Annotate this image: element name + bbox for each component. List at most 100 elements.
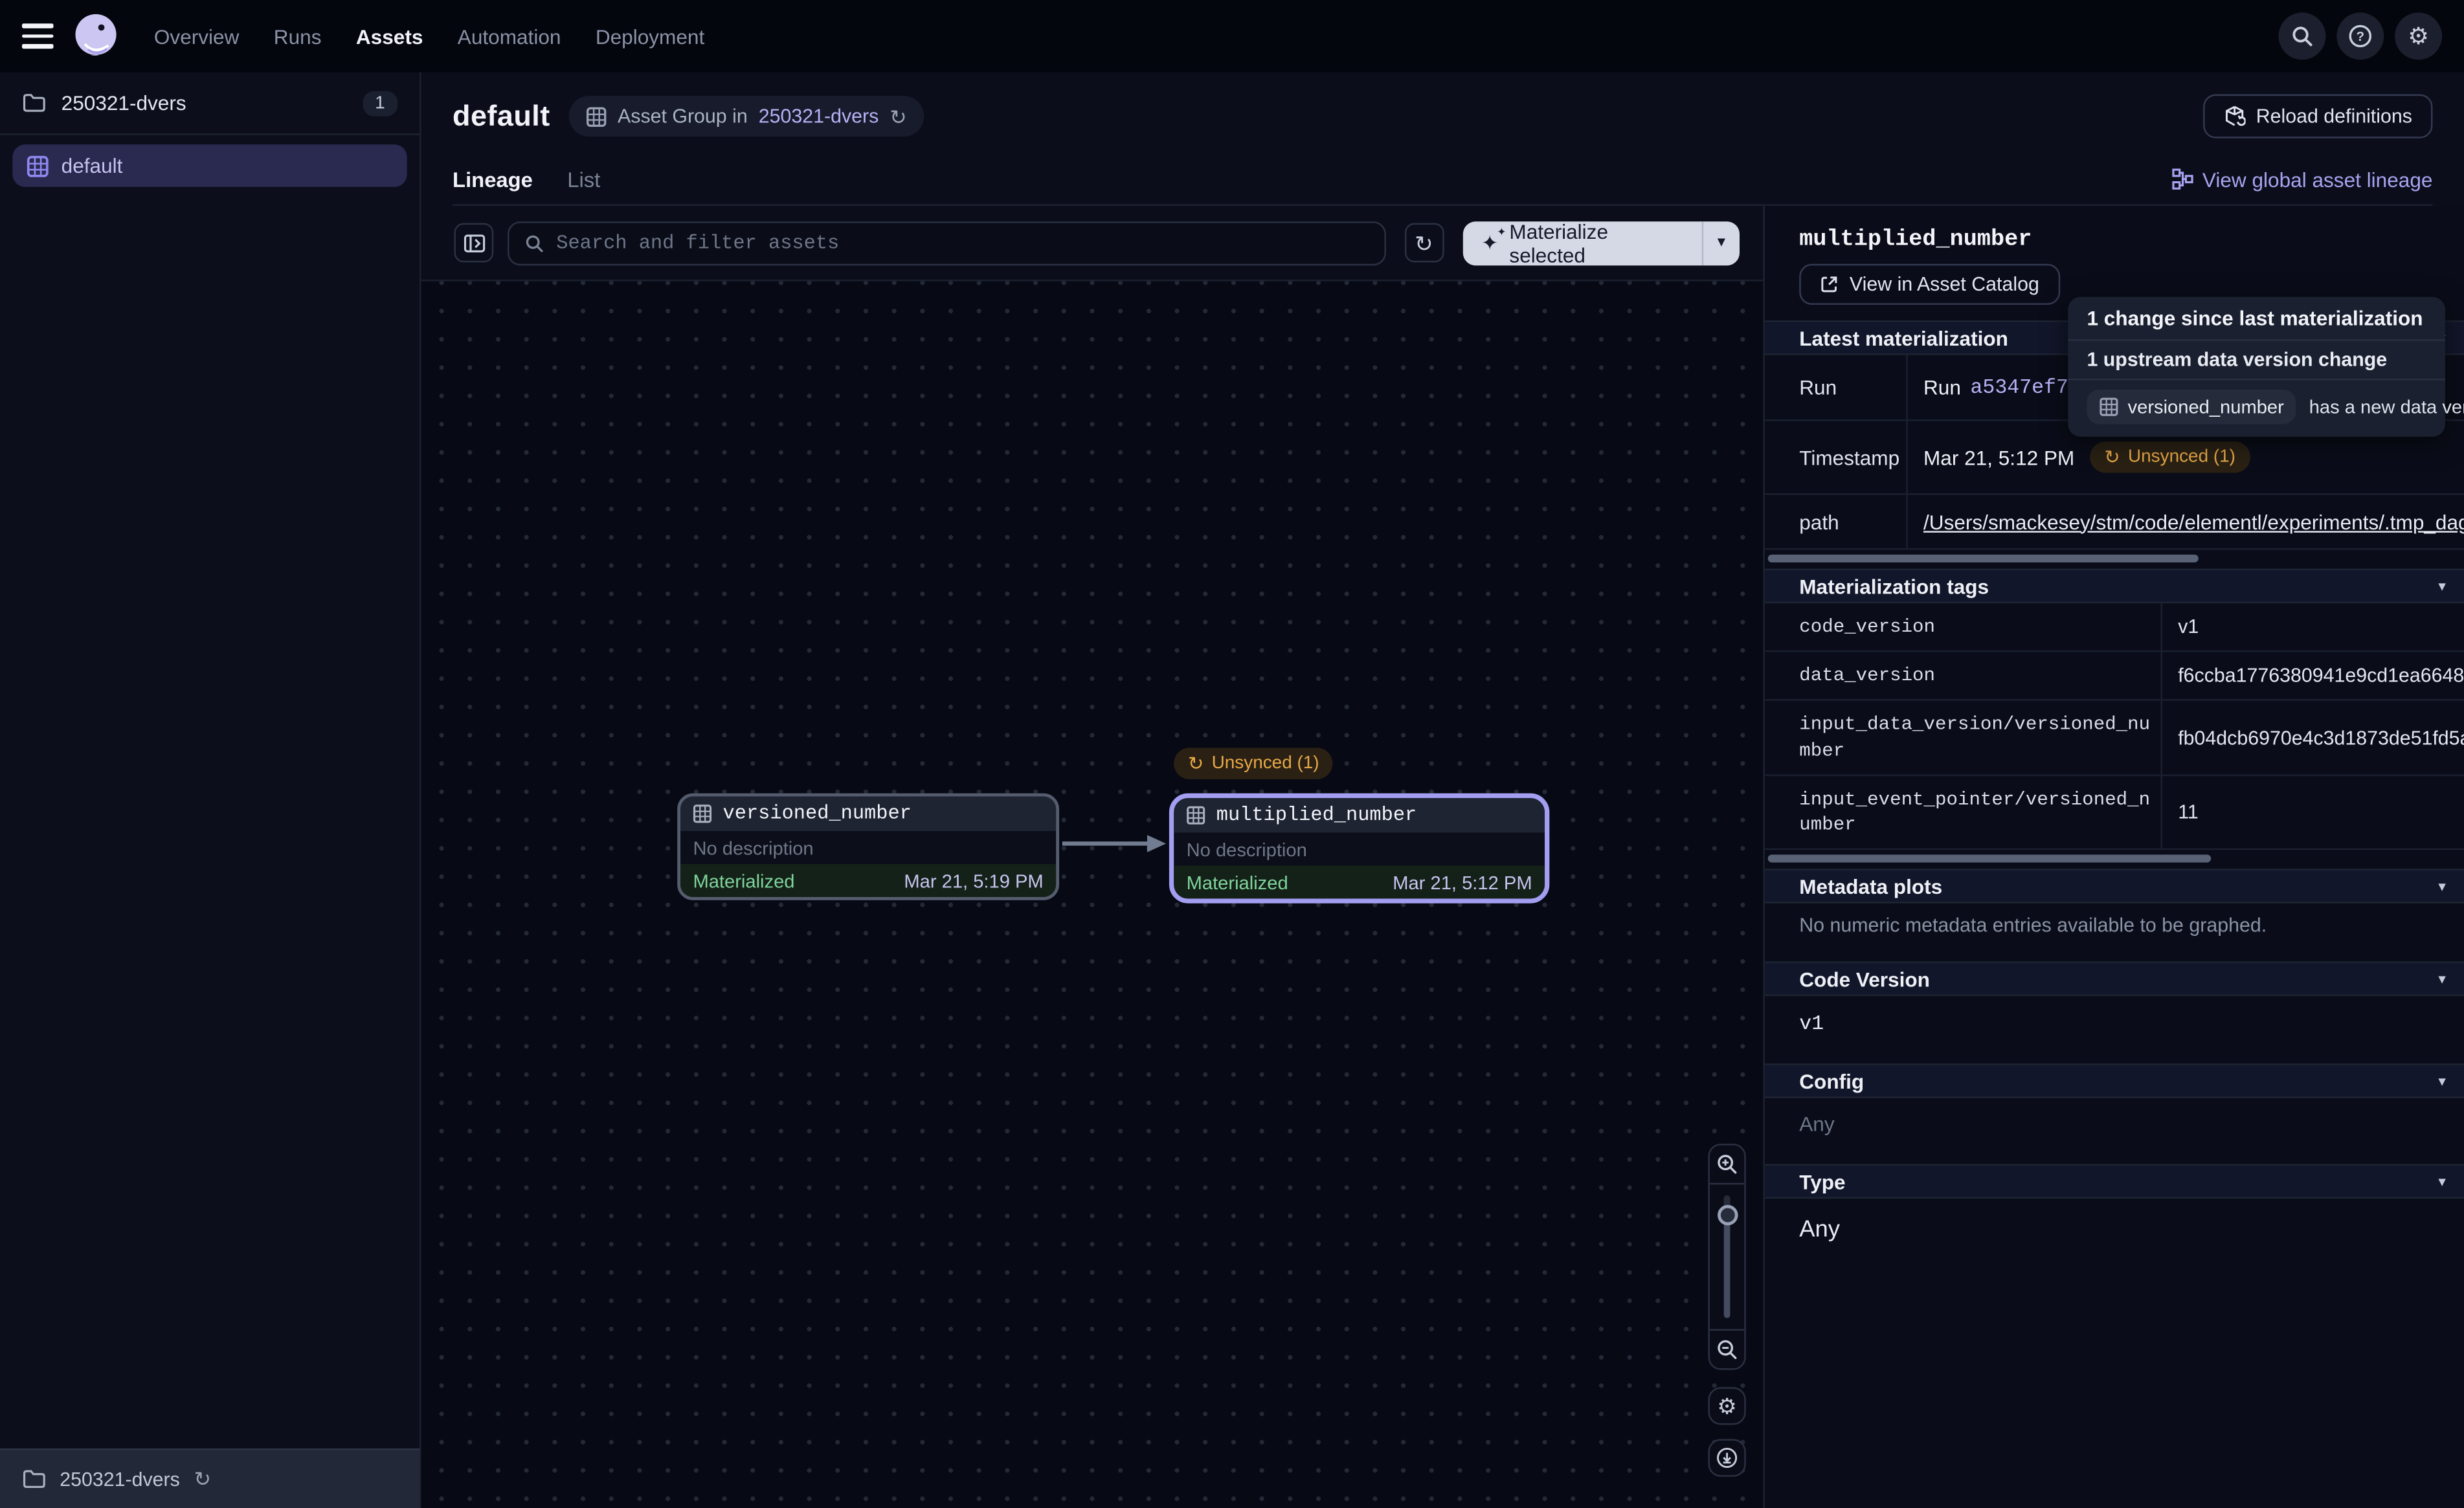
sidebar-repo-count-badge: 1 <box>363 91 398 116</box>
page-header: default Asset Group in 250321-dvers ↻ Re… <box>421 72 2464 206</box>
node-name: versioned_number <box>723 803 912 825</box>
upstream-asset-pill[interactable]: versioned_number <box>2087 390 2296 424</box>
sidebar: 250321-dvers 1 default 250321-dvers ↻ <box>0 72 421 1508</box>
view-in-asset-catalog-button[interactable]: View in Asset Catalog <box>1799 264 2059 305</box>
section-code-version[interactable]: Code Version ▼ <box>1765 962 2464 996</box>
chevron-down-icon[interactable]: ▼ <box>2436 1074 2448 1088</box>
view-in-asset-catalog-label: View in Asset Catalog <box>1850 273 2039 295</box>
chevron-down-icon[interactable]: ▼ <box>2436 972 2448 986</box>
panel-asset-title: multiplied_number <box>1765 206 2464 253</box>
sparkle-icon: ✦✦ <box>1481 232 1498 253</box>
run-row-label: Run <box>1765 355 1906 420</box>
folder-icon <box>22 1469 45 1490</box>
help-icon[interactable]: ? <box>2336 12 2384 60</box>
zoom-slider[interactable] <box>1710 1183 1744 1331</box>
run-id-link[interactable]: a5347ef7 <box>1970 375 2068 399</box>
unsynced-clock-icon: ↻ <box>1188 754 1204 773</box>
chevron-down-icon[interactable]: ▼ <box>2436 879 2448 893</box>
zoom-out-button[interactable] <box>1710 1331 1744 1368</box>
popup-subtitle: 1 upstream data version change <box>2087 349 2426 371</box>
nav-item-deployment[interactable]: Deployment <box>596 25 704 48</box>
search-input[interactable] <box>556 232 1368 254</box>
asset-group-badge-repo-link[interactable]: 250321-dvers <box>759 105 879 128</box>
nav-item-automation[interactable]: Automation <box>458 25 561 48</box>
chevron-down-icon[interactable]: ▼ <box>2436 1175 2448 1189</box>
settings-gear-icon[interactable]: ⚙ <box>2395 12 2442 60</box>
path-row-label: path <box>1765 495 1906 549</box>
reload-definitions-button[interactable]: Reload definitions <box>2202 94 2432 139</box>
asset-node-versioned-number[interactable]: versioned_number No description Material… <box>677 793 1059 900</box>
zoom-out-icon <box>1716 1338 1738 1360</box>
node-description: No description <box>693 837 813 859</box>
asset-search-box <box>508 221 1385 265</box>
external-link-icon <box>1820 275 1839 294</box>
tag-row: code_version v1 <box>1765 603 2464 652</box>
unsynced-label: Unsynced (1) <box>2128 448 2235 467</box>
zoom-in-button[interactable] <box>1710 1146 1744 1183</box>
timestamp-value: Mar 21, 5:12 PM <box>1923 445 2074 469</box>
section-materialization-tags[interactable]: Materialization tags ▼ <box>1765 569 2464 603</box>
download-icon <box>1716 1447 1738 1469</box>
lineage-edge-arrow <box>1059 831 1169 856</box>
download-graph-button[interactable] <box>1708 1439 1745 1476</box>
folder-icon <box>22 93 45 113</box>
section-type[interactable]: Type ▼ <box>1765 1164 2464 1199</box>
collapse-sidebar-button[interactable] <box>454 223 493 263</box>
unsynced-clock-icon: ↻ <box>2104 448 2120 467</box>
search-icon[interactable] <box>2279 12 2326 60</box>
tab-list[interactable]: List <box>567 168 600 191</box>
reload-repo-icon[interactable]: ↻ <box>194 1469 211 1490</box>
sidebar-repo-row[interactable]: 250321-dvers 1 <box>0 72 420 135</box>
horizontal-scrollbar[interactable] <box>1765 550 2464 569</box>
materialize-selected-label: Materialize selected <box>1509 221 1683 265</box>
nav-items: Overview Runs Assets Automation Deployme… <box>154 25 704 48</box>
page-title: default <box>453 99 550 133</box>
panel-expand-icon <box>463 233 485 252</box>
tag-value: fb04dcb6970e4c3d1873de51fd5a5 <box>2161 701 2464 774</box>
tag-row: input_event_pointer/versioned_number 11 <box>1765 775 2464 850</box>
materialization-path-link[interactable]: /Users/smackesey/stm/code/elementl/exper… <box>1923 510 2464 533</box>
zoom-slider-knob[interactable] <box>1717 1205 1738 1226</box>
horizontal-scrollbar[interactable] <box>1765 850 2464 869</box>
chevron-down-icon[interactable]: ▼ <box>2436 579 2448 593</box>
lineage-canvas[interactable]: ↻ Unsynced (1) versioned_number No descr… <box>421 281 1764 1508</box>
tab-lineage[interactable]: Lineage <box>453 168 533 191</box>
nav-item-assets[interactable]: Assets <box>356 25 423 48</box>
node-description: No description <box>1187 838 1307 860</box>
section-metadata-plots[interactable]: Metadata plots ▼ <box>1765 869 2464 904</box>
section-heading: Code Version <box>1799 967 1930 990</box>
tag-key: data_version <box>1765 652 2161 700</box>
view-global-asset-lineage-link[interactable]: View global asset lineage <box>2171 168 2432 191</box>
section-heading: Latest materialization <box>1799 326 2008 349</box>
unsynced-badge[interactable]: ↻ Unsynced (1) <box>2090 441 2250 473</box>
tag-value: v1 <box>2161 603 2464 650</box>
refresh-icon[interactable]: ↻ <box>890 106 906 127</box>
node-name: multiplied_number <box>1216 804 1417 826</box>
zoom-in-icon <box>1716 1153 1738 1175</box>
table-icon <box>1187 806 1205 825</box>
graph-unsynced-badge[interactable]: ↻ Unsynced (1) <box>1174 748 1333 779</box>
section-heading: Materialization tags <box>1799 574 1989 597</box>
materialize-selected-button[interactable]: ✦✦ Materialize selected ▾ <box>1462 221 1740 265</box>
svg-text:?: ? <box>2356 29 2364 44</box>
section-config[interactable]: Config ▼ <box>1765 1064 2464 1098</box>
asset-grid-icon <box>586 106 607 127</box>
nav-item-overview[interactable]: Overview <box>154 25 240 48</box>
asset-node-multiplied-number[interactable]: multiplied_number No description Materia… <box>1169 793 1549 904</box>
popup-message: has a new data version <box>2309 396 2464 418</box>
dagster-app: Overview Runs Assets Automation Deployme… <box>0 0 2464 1508</box>
tag-row: input_data_version/versioned_number fb04… <box>1765 701 2464 775</box>
lineage-toolbar: ↻ ✦✦ Materialize selected ▾ <box>421 206 1764 282</box>
sidebar-footer[interactable]: 250321-dvers ↻ <box>0 1448 420 1508</box>
materialize-dropdown-caret[interactable]: ▾ <box>1701 221 1740 265</box>
graph-settings-button[interactable]: ⚙ <box>1708 1387 1745 1425</box>
refresh-graph-button[interactable]: ↻ <box>1404 223 1444 263</box>
sidebar-item-default-group[interactable]: default <box>12 144 407 187</box>
node-timestamp: Mar 21, 5:19 PM <box>904 870 1043 892</box>
dagster-logo-icon[interactable] <box>73 12 120 60</box>
hamburger-menu-icon[interactable] <box>22 24 54 49</box>
nav-item-runs[interactable]: Runs <box>274 25 322 48</box>
upstream-asset-name: versioned_number <box>2128 396 2284 418</box>
metadata-plots-empty-message: No numeric metadata entries available to… <box>1765 904 2464 946</box>
node-status: Materialized <box>693 870 794 892</box>
